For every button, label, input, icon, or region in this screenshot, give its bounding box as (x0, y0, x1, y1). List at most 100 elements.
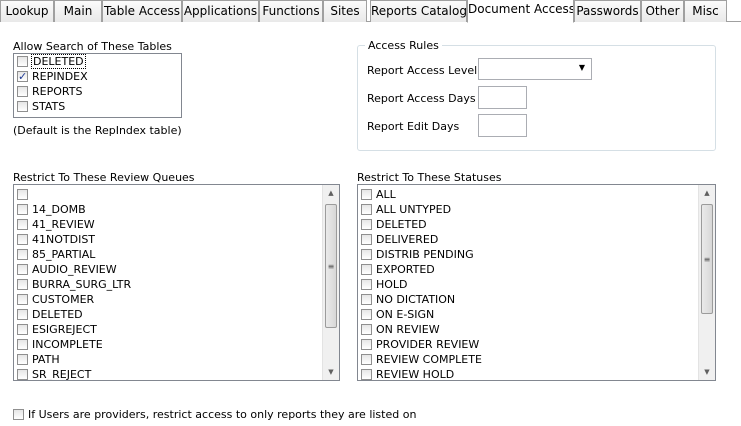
tab-table-access[interactable]: Table Access (102, 0, 182, 22)
checkbox[interactable] (17, 339, 28, 350)
review-queue-item[interactable]: SR_REJECT (14, 367, 339, 380)
status-item[interactable]: EXPORTED (358, 262, 715, 277)
checkbox[interactable] (361, 324, 372, 335)
status-item[interactable]: DELETED (358, 217, 715, 232)
review-queue-item[interactable]: 14_DOMB (14, 202, 339, 217)
statuses-scrollbar[interactable]: ▲ ≡ ▼ (698, 185, 715, 380)
checkbox[interactable] (361, 279, 372, 290)
checkbox-reports[interactable] (17, 86, 28, 97)
review-queue-item[interactable]: ESIGREJECT (14, 322, 339, 337)
checkbox[interactable] (361, 189, 372, 200)
status-item[interactable]: PROVIDER REVIEW (358, 337, 715, 352)
checkbox[interactable] (361, 219, 372, 230)
review-queue-item[interactable]: DELETED (14, 307, 339, 322)
status-item[interactable]: REVIEW COMPLETE (358, 352, 715, 367)
review-queue-item[interactable]: PATH (14, 352, 339, 367)
report-edit-days-input[interactable] (478, 114, 527, 137)
tab-document-access[interactable]: Document Access (467, 0, 574, 23)
checkbox[interactable] (17, 309, 28, 320)
provider-restrict-checkbox[interactable] (13, 409, 24, 420)
review-queue-item[interactable]: 41NOTDIST (14, 232, 339, 247)
tab-main[interactable]: Main (54, 0, 102, 22)
search-table-item[interactable]: STATS (14, 99, 181, 114)
status-label: DELETED (376, 218, 427, 231)
report-access-days-input[interactable] (478, 86, 527, 109)
checkbox[interactable] (361, 369, 372, 380)
review-queues-list: 14_DOMB 41_REVIEW 41NOTDIST 85_PARTIAL A… (13, 184, 340, 381)
status-item[interactable]: NO DICTATION (358, 292, 715, 307)
status-item[interactable]: HOLD (358, 277, 715, 292)
status-item[interactable]: REVIEW HOLD (358, 367, 715, 381)
checkbox[interactable] (361, 339, 372, 350)
status-label: REVIEW HOLD (376, 368, 455, 381)
review-queue-item[interactable]: CUSTOMER (14, 292, 339, 307)
status-label: ON E-SIGN (376, 308, 435, 321)
checkbox[interactable] (361, 309, 372, 320)
review-queue-item[interactable]: 85_PARTIAL (14, 247, 339, 262)
scroll-thumb[interactable]: ≡ (701, 204, 713, 314)
search-tables-label: Allow Search of These Tables (13, 40, 172, 53)
review-queues-label: Restrict To These Review Queues (13, 171, 195, 184)
provider-restrict-label: If Users are providers, restrict access … (28, 408, 417, 421)
checkbox[interactable] (17, 354, 28, 365)
scroll-thumb[interactable]: ≡ (325, 204, 337, 328)
provider-restrict-option[interactable]: If Users are providers, restrict access … (13, 408, 416, 421)
tab-passwords[interactable]: Passwords (574, 0, 641, 22)
tab-bar: Lookup Main Table Access Applications Fu… (0, 0, 741, 23)
checkbox[interactable] (17, 219, 28, 230)
report-edit-days-label: Report Edit Days (367, 120, 460, 133)
checkbox[interactable] (361, 264, 372, 275)
checkbox[interactable] (17, 264, 28, 275)
review-queue-item[interactable]: INCOMPLETE (14, 337, 339, 352)
checkbox-stats[interactable] (17, 101, 28, 112)
status-label: ALL UNTYPED (376, 203, 452, 216)
checkbox[interactable] (17, 294, 28, 305)
scroll-down-icon[interactable]: ▼ (323, 364, 339, 380)
status-item[interactable]: DISTRIB PENDING (358, 247, 715, 262)
checkbox[interactable] (17, 204, 28, 215)
review-queues-scrollbar[interactable]: ▲ ≡ ▼ (322, 185, 339, 380)
review-queue-label: PATH (32, 353, 60, 366)
search-table-item[interactable]: REPORTS (14, 84, 181, 99)
checkbox[interactable] (361, 354, 372, 365)
checkbox[interactable] (17, 189, 28, 200)
checkbox[interactable] (17, 324, 28, 335)
tab-functions[interactable]: Functions (259, 0, 323, 22)
status-item[interactable]: ALL (358, 187, 715, 202)
tab-reports-catalog[interactable]: Reports Catalog (370, 0, 467, 22)
review-queue-item[interactable]: AUDIO_REVIEW (14, 262, 339, 277)
chevron-down-icon[interactable]: ▼ (579, 63, 585, 72)
report-access-days-label: Report Access Days (367, 92, 476, 105)
tab-other[interactable]: Other (641, 0, 684, 22)
tab-applications[interactable]: Applications (182, 0, 259, 22)
status-item[interactable]: DELIVERED (358, 232, 715, 247)
search-table-item[interactable]: DELETED (14, 54, 181, 69)
checkbox-deleted[interactable] (17, 56, 28, 67)
status-label: REVIEW COMPLETE (376, 353, 482, 366)
checkbox[interactable] (361, 234, 372, 245)
scroll-up-icon[interactable]: ▲ (323, 185, 339, 201)
status-label: ON REVIEW (376, 323, 440, 336)
checkbox[interactable] (17, 279, 28, 290)
tab-misc[interactable]: Misc (684, 0, 727, 22)
checkbox[interactable] (17, 369, 28, 380)
checkbox[interactable] (361, 249, 372, 260)
report-access-level-select[interactable]: ▼ (478, 58, 592, 80)
review-queue-item[interactable]: BURRA_SURG_LTR (14, 277, 339, 292)
checkbox[interactable] (361, 294, 372, 305)
scroll-down-icon[interactable]: ▼ (699, 364, 715, 380)
review-queue-item[interactable]: 41_REVIEW (14, 217, 339, 232)
checkbox[interactable] (17, 234, 28, 245)
status-item[interactable]: ALL UNTYPED (358, 202, 715, 217)
scroll-up-icon[interactable]: ▲ (699, 185, 715, 201)
status-item[interactable]: ON REVIEW (358, 322, 715, 337)
status-item[interactable]: ON E-SIGN (358, 307, 715, 322)
tab-lookup[interactable]: Lookup (0, 0, 54, 22)
checkbox-repindex[interactable] (17, 69, 28, 84)
checkbox[interactable] (361, 204, 372, 215)
review-queue-item[interactable] (14, 187, 339, 202)
search-table-item[interactable]: REPINDEX (14, 69, 181, 84)
checkbox[interactable] (17, 249, 28, 260)
tab-sites[interactable]: Sites (323, 0, 367, 22)
search-table-label: STATS (32, 100, 66, 113)
